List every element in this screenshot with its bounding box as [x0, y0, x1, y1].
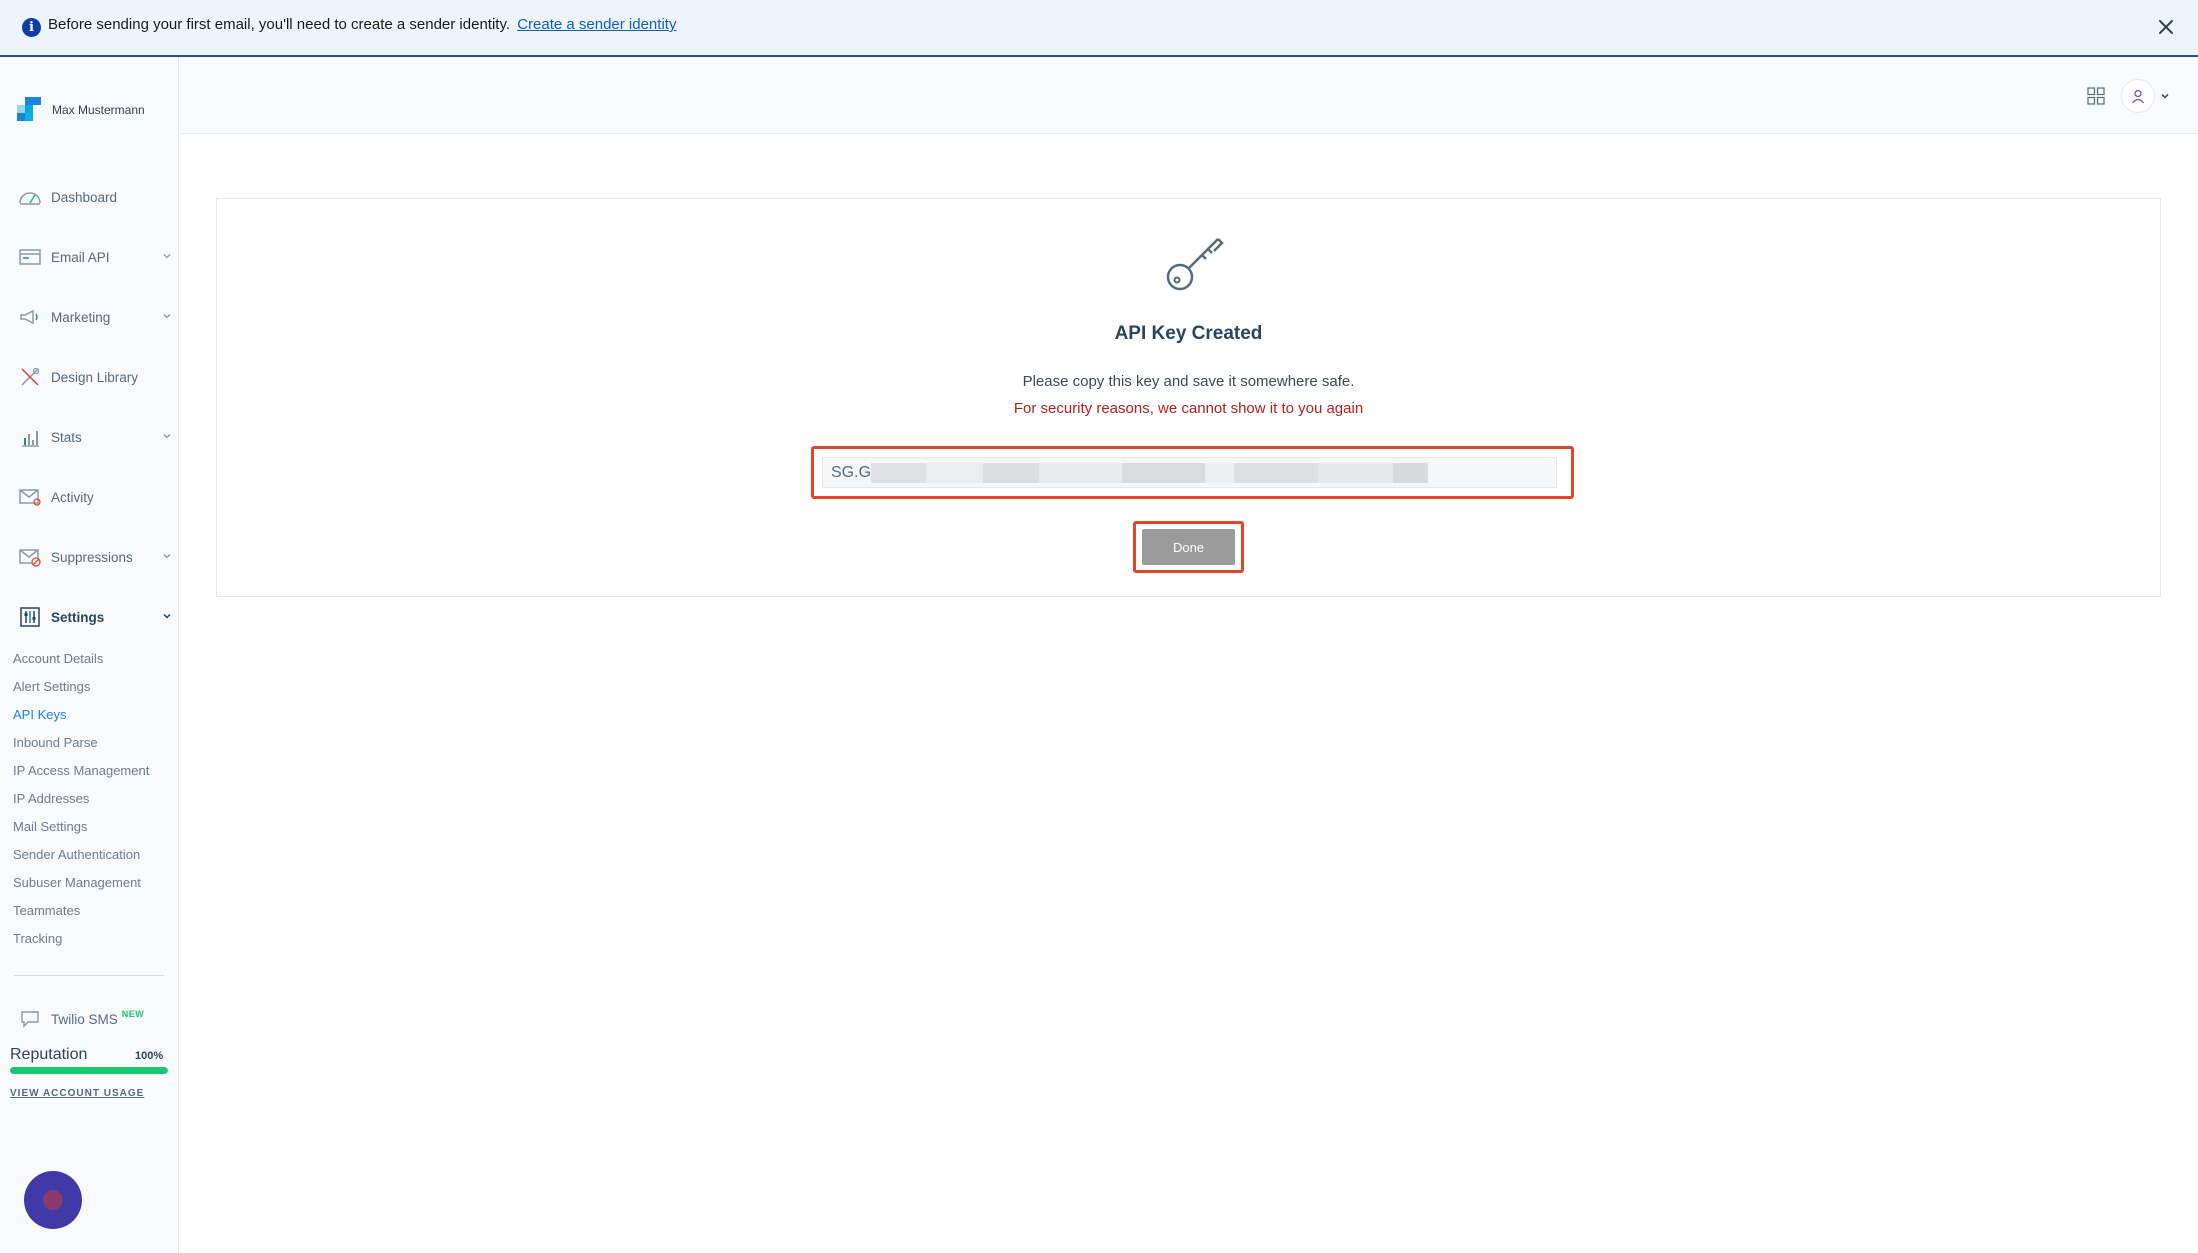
sidebar-item-label: Suppressions [51, 549, 133, 565]
chevron-down-icon[interactable] [2159, 90, 2171, 102]
notification-banner: i Before sending your first email, you'l… [0, 0, 2198, 57]
sidebar-item-activity[interactable]: Activity [18, 482, 173, 512]
create-sender-identity-link[interactable]: Create a sender identity [517, 16, 676, 33]
new-badge: NEW [121, 1009, 145, 1019]
reputation-bar [10, 1067, 168, 1074]
settings-item-alert-settings[interactable]: Alert Settings [13, 679, 90, 694]
sidebar-item-label: Twilio SMS [51, 1011, 118, 1027]
settings-item-ip-access-management[interactable]: IP Access Management [13, 763, 149, 778]
settings-item-sender-authentication[interactable]: Sender Authentication [13, 847, 140, 862]
banner-text: Before sending your first email, you'll … [48, 16, 676, 33]
chevron-down-icon [163, 254, 171, 259]
dashboard-icon [18, 185, 42, 209]
settings-item-inbound-parse[interactable]: Inbound Parse [13, 735, 98, 750]
top-bar [180, 57, 2198, 134]
account-name: Max Mustermann [52, 102, 145, 117]
reputation-label: Reputation [10, 1046, 88, 1063]
settings-item-subuser-management[interactable]: Subuser Management [13, 875, 141, 890]
redacted-segment [1234, 462, 1319, 483]
chat-launcher-icon [43, 1190, 63, 1210]
app-grid-icon[interactable] [2079, 79, 2113, 113]
redacted-segment [983, 462, 1040, 483]
api-key-created-card: API Key Created Please copy this key and… [216, 198, 2161, 597]
reputation-bar-fill [10, 1067, 168, 1074]
sidebar-item-label: Stats [51, 429, 82, 445]
api-key-field[interactable]: SG.G [822, 457, 1557, 488]
sidebar-item-label: Marketing [51, 309, 111, 325]
redacted-segment [1039, 462, 1123, 483]
redacted-segment [1393, 462, 1429, 483]
megaphone-icon [18, 305, 42, 329]
chat-launcher-button[interactable] [24, 1171, 82, 1229]
sendgrid-logo-icon [17, 97, 42, 122]
chevron-down-icon [163, 314, 171, 319]
stats-icon [18, 425, 42, 449]
info-icon: i [22, 18, 41, 37]
done-highlight: Done [1133, 521, 1244, 573]
done-button[interactable]: Done [1142, 529, 1235, 565]
sidebar-item-label: Activity [51, 489, 94, 505]
redacted-segment [1318, 462, 1394, 483]
api-key-prefix: SG.G [831, 463, 872, 481]
settings-item-account-details[interactable]: Account Details [13, 651, 103, 666]
user-icon [2131, 89, 2145, 104]
redacted-segment [926, 462, 984, 483]
settings-item-ip-addresses[interactable]: IP Addresses [13, 791, 89, 806]
close-icon[interactable] [2152, 13, 2180, 41]
settings-item-mail-settings[interactable]: Mail Settings [13, 819, 87, 834]
chevron-down-icon [163, 613, 171, 619]
sidebar-item-stats[interactable]: Stats [18, 422, 173, 452]
key-icon [1166, 238, 1224, 291]
redacted-segment [871, 462, 927, 483]
user-avatar[interactable] [2121, 79, 2155, 113]
email-api-icon [18, 245, 42, 269]
settings-item-api-keys[interactable]: API Keys [13, 707, 66, 722]
sidebar-item-twilio-sms[interactable]: Twilio SMS NEW [18, 1004, 173, 1034]
sidebar-item-label: Settings [51, 609, 105, 625]
view-account-usage-link[interactable]: VIEW ACCOUNT USAGE [10, 1088, 144, 1099]
sidebar-item-marketing[interactable]: Marketing [18, 302, 173, 332]
redacted-segment [1205, 462, 1235, 483]
sidebar: Max Mustermann Dashboard Email API Marke… [0, 57, 179, 1253]
chevron-down-icon [163, 434, 171, 439]
sidebar-item-suppressions[interactable]: Suppressions [18, 542, 173, 572]
sidebar-divider [14, 975, 164, 976]
instruction-text: Please copy this key and save it somewhe… [1022, 373, 1355, 390]
sidebar-item-email-api[interactable]: Email API [18, 242, 173, 272]
security-warning-text: For security reasons, we cannot show it … [1013, 400, 1364, 417]
design-library-icon [18, 365, 42, 389]
sidebar-item-dashboard[interactable]: Dashboard [18, 182, 173, 212]
chat-icon [18, 1007, 42, 1031]
suppressions-icon [18, 545, 42, 569]
api-key-highlight: SG.G [811, 446, 1574, 499]
chevron-down-icon [163, 554, 171, 559]
account-switcher[interactable]: Max Mustermann [17, 97, 145, 122]
redacted-segment [1122, 462, 1206, 483]
sidebar-item-label: Design Library [51, 369, 139, 385]
activity-icon [18, 485, 42, 509]
sidebar-item-settings[interactable]: Settings [18, 602, 173, 632]
sidebar-item-label: Email API [51, 249, 110, 265]
banner-message: Before sending your first email, you'll … [48, 16, 511, 33]
settings-icon [18, 605, 42, 629]
sidebar-item-design-library[interactable]: Design Library [18, 362, 173, 392]
reputation-value: 100% [135, 1050, 164, 1062]
settings-item-teammates[interactable]: Teammates [13, 903, 80, 918]
sidebar-item-label: Dashboard [51, 189, 118, 205]
page-title: API Key Created [1114, 323, 1263, 344]
settings-item-tracking[interactable]: Tracking [13, 931, 62, 946]
